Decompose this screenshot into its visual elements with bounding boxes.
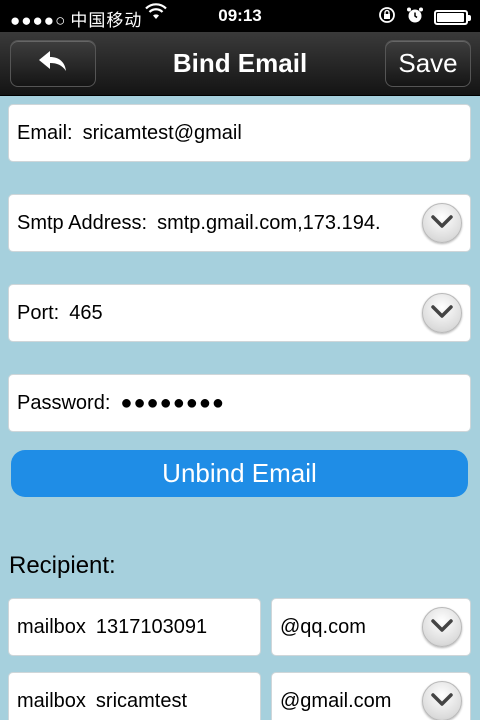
smtp-dropdown-button[interactable]: [422, 203, 462, 243]
chevron-down-icon: [431, 690, 453, 713]
orientation-lock-icon: [378, 6, 396, 29]
smtp-address-label: Smtp Address:: [17, 211, 148, 234]
mailbox-label: mailbox: [17, 689, 86, 712]
domain-value: @qq.com: [280, 615, 366, 638]
email-value[interactable]: sricamtest@gmail: [83, 122, 470, 145]
domain-dropdown-button[interactable]: [422, 607, 462, 647]
port-label: Port:: [17, 301, 60, 324]
save-button[interactable]: Save: [385, 40, 471, 87]
recipient-mailbox-field[interactable]: mailbox sricamtest: [8, 672, 261, 720]
chevron-down-icon: [431, 302, 453, 325]
smtp-address-field[interactable]: Smtp Address: smtp.gmail.com,173.194.: [8, 194, 471, 252]
mailbox-value[interactable]: sricamtest: [96, 690, 187, 713]
domain-value: @gmail.com: [280, 689, 392, 712]
password-label: Password:: [17, 391, 111, 414]
unbind-email-button[interactable]: Unbind Email: [11, 450, 468, 497]
chevron-down-icon: [431, 212, 453, 235]
recipient-domain-select[interactable]: @gmail.com: [271, 672, 471, 720]
password-field[interactable]: Password: ●●●●●●●●: [8, 374, 471, 432]
chevron-down-icon: [431, 616, 453, 639]
mailbox-label: mailbox: [17, 615, 86, 638]
recipient-label: Recipient:: [9, 552, 116, 579]
domain-dropdown-button[interactable]: [422, 681, 462, 720]
email-label: Email:: [17, 121, 73, 144]
email-field[interactable]: Email: sricamtest@gmail: [8, 104, 471, 162]
password-value[interactable]: ●●●●●●●●: [120, 392, 470, 415]
port-dropdown-button[interactable]: [422, 293, 462, 333]
mailbox-value[interactable]: 1317103091: [96, 616, 207, 639]
recipient-domain-select[interactable]: @qq.com: [271, 598, 471, 656]
port-value[interactable]: 465: [69, 302, 470, 325]
recipient-mailbox-field[interactable]: mailbox 1317103091: [8, 598, 261, 656]
nav-bar: Bind Email Save: [0, 32, 480, 96]
alarm-icon: [406, 6, 424, 29]
status-bar: ●●●●○ 中国移动 09:13: [0, 0, 480, 32]
battery-icon: [434, 10, 471, 25]
port-field[interactable]: Port: 465: [8, 284, 471, 342]
